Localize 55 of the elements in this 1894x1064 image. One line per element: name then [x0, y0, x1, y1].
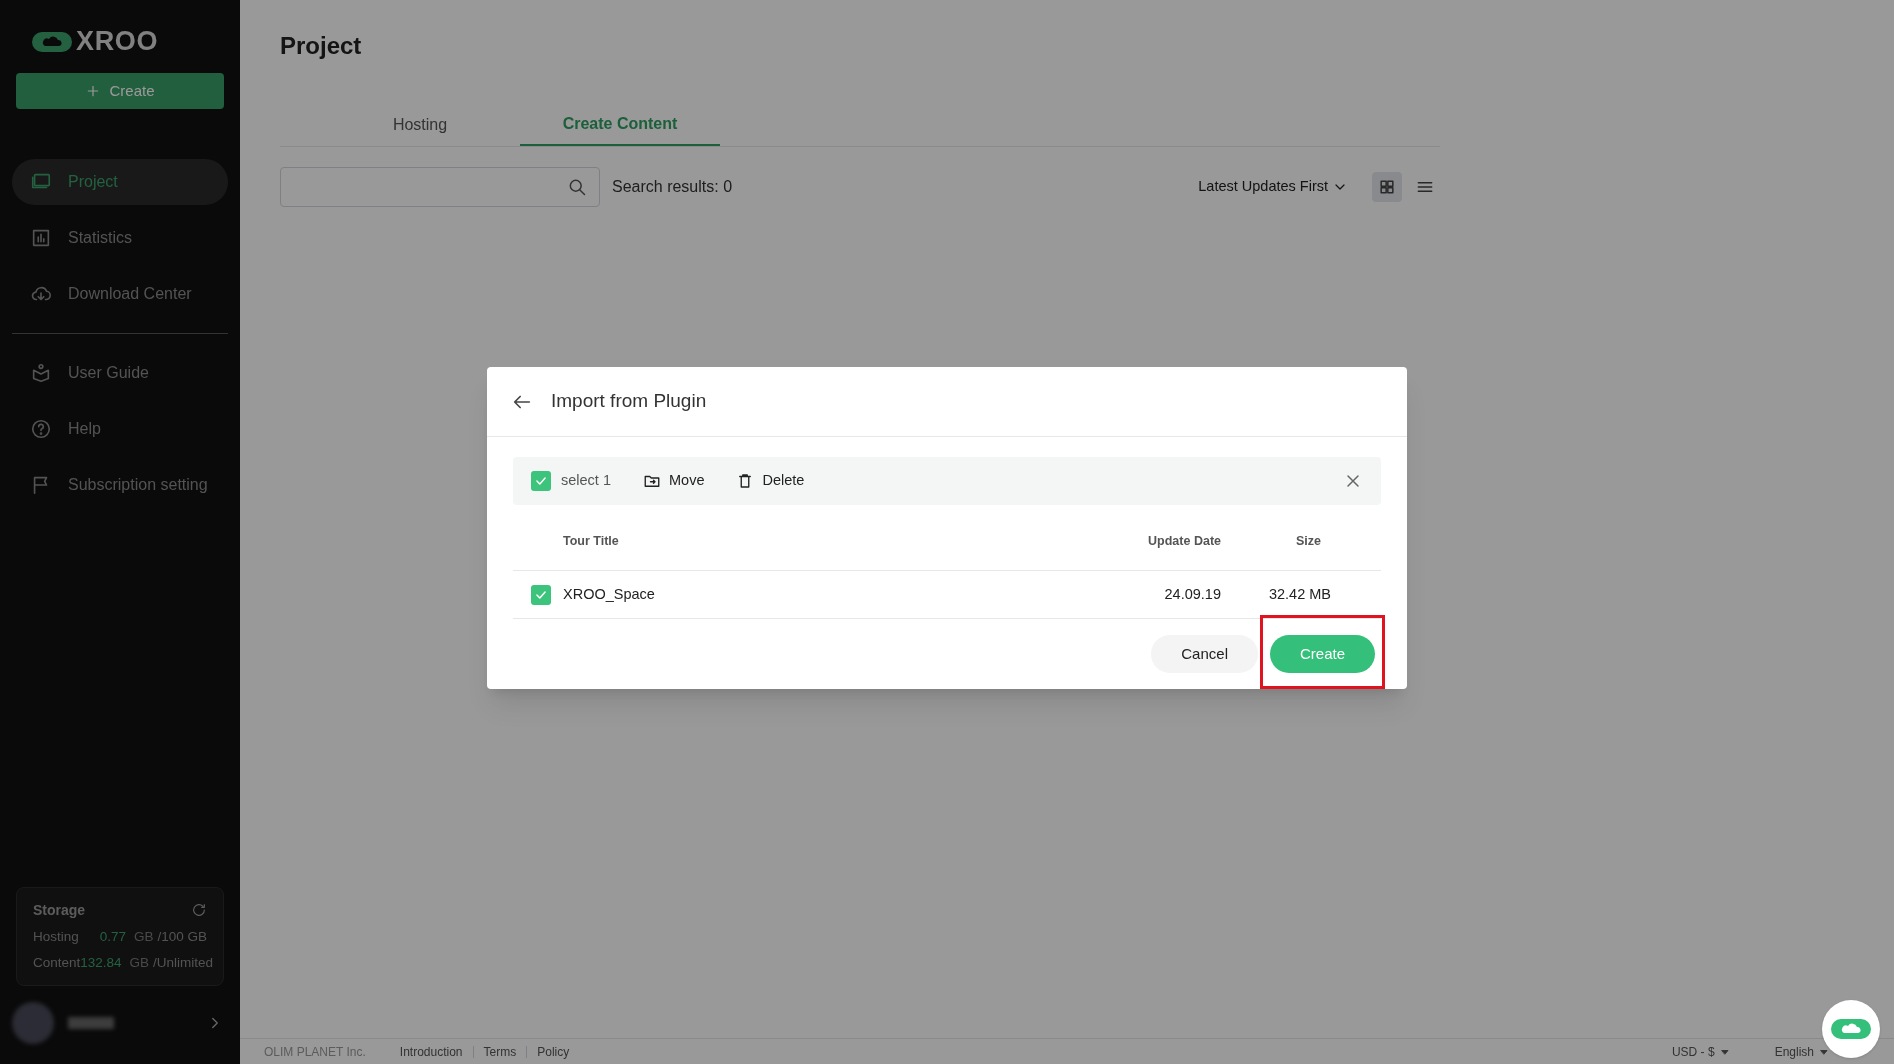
selection-count: select 1 — [561, 471, 611, 491]
help-icon — [30, 418, 52, 440]
nav-item[interactable]: User Guide — [12, 350, 228, 396]
page-title: Project — [280, 31, 363, 61]
column-header: Size — [1295, 533, 1322, 551]
storage-used: 0.77 — [99, 927, 126, 946]
chat-button[interactable] — [1822, 1000, 1880, 1058]
column-header: Tour Title — [563, 533, 620, 551]
table-cell-text: 24.09.19 — [1163, 584, 1221, 604]
storage-used: 132.84 — [80, 953, 122, 972]
refresh-icon — [191, 902, 207, 918]
sort-dropdown[interactable]: Latest Updates First — [1198, 176, 1348, 198]
logo-icon — [1831, 1019, 1871, 1039]
checkbox[interactable] — [531, 584, 551, 605]
search-field[interactable] — [280, 167, 600, 207]
storage-label: Content — [33, 953, 81, 972]
search-results-count: Search results: 0 — [612, 177, 733, 197]
storage-label: Hosting — [33, 927, 80, 946]
blurred-name — [68, 1017, 114, 1029]
table-cell-text: XROO_Space — [563, 584, 656, 604]
grid-icon — [1377, 177, 1397, 197]
avatar — [12, 1002, 54, 1044]
table-cell-text: 32.42 MB — [1267, 584, 1332, 604]
tab[interactable]: Hosting — [320, 104, 520, 146]
book-icon — [30, 362, 52, 384]
footer-link[interactable]: Terms — [483, 1042, 517, 1061]
create-button[interactable]: Create — [16, 73, 224, 109]
storage-unit: GB — [133, 927, 154, 946]
logo-text: XROO — [76, 28, 159, 55]
logo-icon — [32, 31, 72, 52]
grid-view-button[interactable] — [1372, 172, 1402, 202]
storage-total: /100 GB — [157, 927, 207, 946]
dialog-title: Import from Plugin — [551, 389, 707, 414]
nav-item[interactable]: Help — [12, 406, 228, 452]
storage-unit: GB — [129, 953, 150, 972]
storage-total: /Unlimited — [153, 953, 214, 972]
checkbox[interactable] — [531, 471, 551, 491]
delete-button[interactable]: Delete — [736, 470, 805, 492]
nav-item[interactable]: Subscription setting — [12, 462, 228, 508]
column-header: Update Date — [1147, 533, 1221, 551]
company-name: OLIM PLANET Inc. — [264, 1043, 366, 1061]
footer-link[interactable]: Introduction — [399, 1042, 463, 1061]
nav-item[interactable]: Project — [12, 159, 228, 205]
bar-chart-icon — [30, 227, 52, 249]
storage-title: Storage — [33, 900, 86, 920]
nav-item[interactable]: Download Center — [12, 271, 228, 317]
create-button[interactable]: Create — [1269, 635, 1375, 673]
nav-item[interactable]: Statistics — [12, 215, 228, 261]
footer-link[interactable]: Policy — [537, 1042, 570, 1061]
currency-dropdown[interactable]: USD - $ — [1671, 1042, 1731, 1061]
move-button[interactable]: Move — [643, 470, 705, 492]
search-icon — [567, 177, 587, 197]
cancel-button[interactable]: Cancel — [1151, 635, 1258, 673]
tab[interactable]: Create Content — [520, 104, 720, 146]
check-icon — [534, 474, 548, 488]
